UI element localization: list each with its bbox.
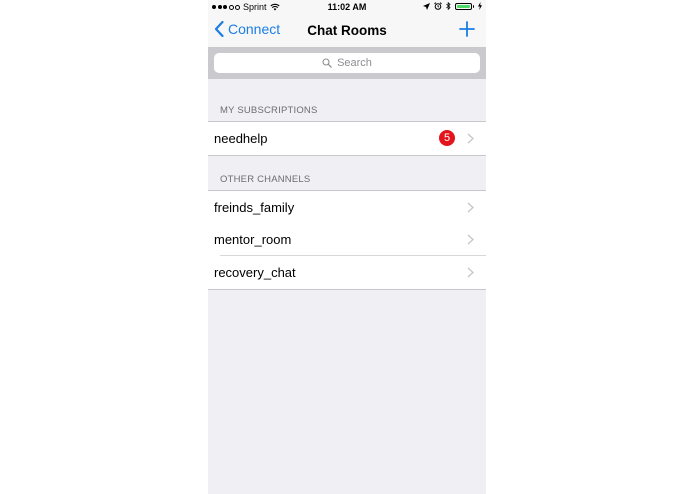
unread-count-badge: 5 [439,130,455,146]
plus-icon[interactable] [458,20,476,38]
list-item-mentor-room[interactable]: mentor_room [208,223,486,256]
section-header-channels: OTHER CHANNELS [220,174,311,185]
list-item-label: mentor_room [214,232,292,247]
search-input[interactable]: Search [214,53,480,73]
list-item-label: freinds_family [214,200,295,215]
section-header-subscriptions: MY SUBSCRIPTIONS [220,105,318,116]
status-right [423,2,482,10]
search-bar: Search [208,47,486,79]
list-item-label: needhelp [214,131,268,146]
page-title: Chat Rooms [307,23,387,38]
status-bar: Sprint 11:02 AM [208,0,486,14]
battery-icon [455,2,474,10]
location-arrow-icon [423,2,430,10]
alarm-icon [434,2,442,10]
charging-bolt-icon [478,2,482,10]
search-icon [322,58,332,68]
bluetooth-icon [446,2,451,10]
list-item-needhelp[interactable]: needhelp 5 [208,121,486,156]
navigation-bar: Connect Chat Rooms [208,14,486,47]
chevron-right-icon [467,267,474,278]
phone-screen: Sprint 11:02 AM Connect Chat Rooms Searc… [208,0,486,494]
chevron-right-icon [467,202,474,213]
chevron-right-icon [467,133,474,144]
list-item-label: recovery_chat [214,265,296,280]
search-placeholder: Search [337,57,372,69]
list-item-freinds-family[interactable]: freinds_family [208,190,486,224]
chevron-right-icon [467,234,474,245]
list-item-recovery-chat[interactable]: recovery_chat [208,256,486,290]
